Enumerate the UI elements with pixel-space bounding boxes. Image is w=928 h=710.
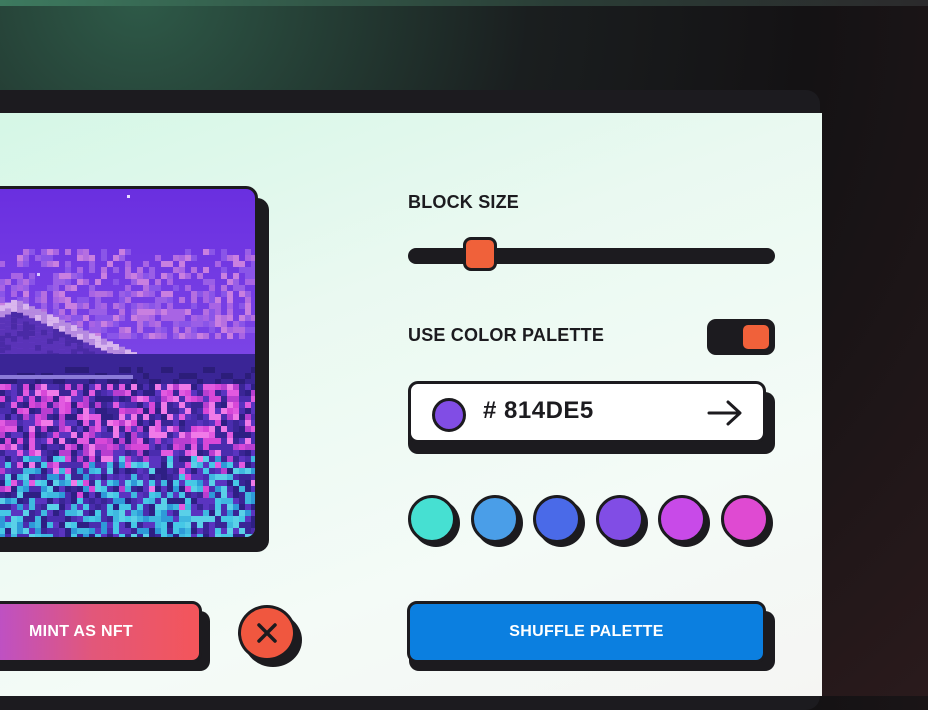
- block-size-label: BLOCK SIZE: [408, 192, 520, 212]
- color-palette-toggle[interactable]: [707, 319, 775, 355]
- swatch-fill: [470, 495, 519, 543]
- palette-swatch-1[interactable]: [408, 495, 460, 547]
- hex-color-input[interactable]: # 814DE5: [408, 381, 766, 443]
- pixel-art-preview: [0, 186, 258, 540]
- swatch-fill: [721, 495, 769, 543]
- pixel-art-image: [0, 189, 255, 537]
- toggle-knob: [743, 325, 769, 349]
- arrow-right-icon[interactable]: [707, 400, 743, 426]
- hex-value-text: # 814DE5: [483, 397, 594, 425]
- block-size-slider-thumb[interactable]: [462, 237, 497, 271]
- hex-prefix: #: [483, 397, 497, 424]
- palette-swatch-3[interactable]: [533, 495, 586, 547]
- shuffle-palette-button[interactable]: SHUFFLE PALETTE: [407, 601, 766, 663]
- mint-nft-button[interactable]: MINT AS NFT: [0, 601, 202, 663]
- color-palette-label: USE COLOR PALETTE: [408, 325, 605, 345]
- palette-swatch-2[interactable]: [470, 495, 523, 547]
- swatch-fill: [595, 495, 644, 543]
- palette-swatch-4[interactable]: [595, 495, 648, 547]
- background-frame: [0, 0, 928, 6]
- swatch-fill: [533, 495, 582, 543]
- close-button-wrap: [238, 605, 306, 667]
- palette-swatch-6[interactable]: [721, 495, 773, 547]
- current-color-swatch: [432, 398, 466, 432]
- swatch-fill: [408, 495, 456, 543]
- hex-value: 814DE5: [504, 397, 594, 424]
- close-icon: [257, 623, 277, 643]
- palette-swatch-5[interactable]: [658, 495, 711, 547]
- close-button[interactable]: [238, 605, 296, 661]
